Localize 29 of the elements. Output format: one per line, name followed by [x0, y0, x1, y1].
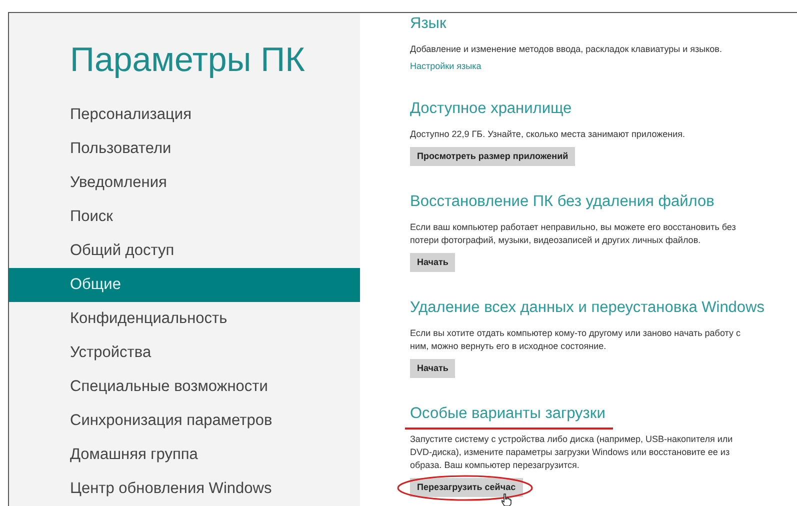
sidebar-item[interactable]: Специальные возможности: [9, 370, 360, 404]
sidebar-item[interactable]: Уведомления: [9, 166, 360, 200]
sidebar-item[interactable]: Конфиденциальность: [9, 302, 360, 336]
section-description: Доступно 22,9 ГБ. Узнайте, сколько места занимают приложения.: [410, 128, 686, 141]
window-title: Параметры ПК: [70, 40, 306, 80]
sidebar-item[interactable]: Синхронизация параметров: [9, 404, 360, 438]
section-description: Запустите систему с устройства либо диска (например, USB-накопителя или DVD-диска), измените параметры загрузки Windows или восстановите ее из образа. Ваш компьютер перезагрузится.: [410, 433, 734, 472]
sidebar-item[interactable]: Общие: [9, 268, 360, 302]
section-heading: Доступное хранилище: [410, 99, 572, 119]
action-button[interactable]: Просмотреть размер приложений: [410, 147, 576, 166]
sidebar-item[interactable]: Общий доступ: [9, 234, 360, 268]
hand-cursor-icon: [501, 493, 512, 506]
section-heading: Язык: [410, 14, 446, 34]
sidebar-item[interactable]: Пользователи: [9, 132, 360, 166]
action-button[interactable]: Начать: [410, 253, 456, 272]
section-heading: Особые варианты загрузки: [410, 404, 606, 424]
action-button[interactable]: Начать: [410, 359, 456, 378]
language-settings-link[interactable]: Настройки языка: [410, 60, 482, 73]
section-description: Если ваш компьютер работает неправильно, вы можете его восстановить без потери фотографий, музыки, видеозаписей и других личных файлов.: [410, 221, 737, 247]
sidebar-item[interactable]: Домашняя группа: [9, 438, 360, 472]
sidebar-item[interactable]: Устройства: [9, 336, 360, 370]
action-button[interactable]: Перезагрузить сейчас: [410, 478, 523, 497]
sidebar-item[interactable]: Персонализация: [9, 98, 360, 132]
section-heading: Удаление всех данных и переустановка Windows: [410, 298, 764, 318]
sidebar-item[interactable]: Поиск: [9, 200, 360, 234]
section-description: Добавление и изменение методов ввода, раскладок клавиатуры и языков.: [410, 43, 723, 56]
section-description: Если вы хотите отдать компьютер кому-то другому или заново начать работу с ним, можно вернуть его в исходное состояние.: [410, 327, 742, 353]
sidebar-item[interactable]: Центр обновления Windows: [9, 472, 360, 506]
section-heading: Восстановление ПК без удаления файлов: [410, 192, 714, 212]
